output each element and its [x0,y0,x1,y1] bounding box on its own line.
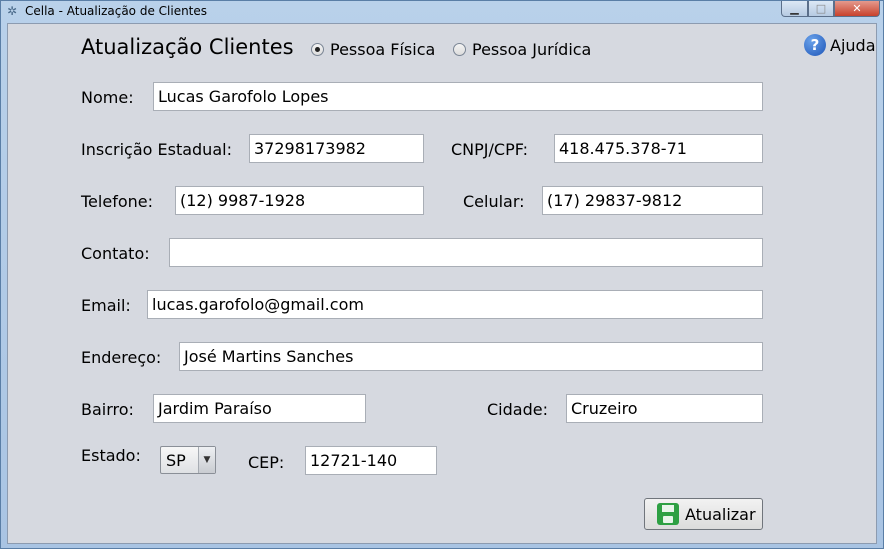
nome-field[interactable]: Lucas Garofolo Lopes [153,82,763,111]
celular-field[interactable]: (17) 29837-9812 [542,186,763,215]
nome-label: Nome: [81,88,134,107]
email-field[interactable]: lucas.garofolo@gmail.com [147,290,763,319]
help-link[interactable]: ? Ajuda [804,34,876,58]
estado-selected-value: SP [166,451,186,470]
form-panel: Atualização Clientes Pessoa Física Pesso… [7,23,877,544]
cidade-label: Cidade: [487,400,548,419]
bairro-field[interactable]: Jardim Paraíso [153,394,366,423]
contato-field[interactable] [169,238,763,267]
celular-label: Celular: [463,192,525,211]
help-question-icon[interactable]: ? [804,34,826,56]
app-icon: ✲ [6,4,18,18]
app-window: ✲ Cella - Atualização de Clientes ▁ □ ✕ … [0,0,884,549]
radio-pessoa-fisica[interactable]: Pessoa Física [311,40,436,61]
bairro-label: Bairro: [81,400,134,419]
title-bar[interactable]: ✲ Cella - Atualização de Clientes ▁ □ ✕ [1,1,883,21]
close-button[interactable]: ✕ [834,1,880,17]
radio-pessoa-juridica[interactable]: Pessoa Jurídica [453,40,598,61]
cep-field[interactable]: 12721-140 [305,446,437,475]
radio-pessoa-juridica-label: Pessoa Jurídica [472,40,592,59]
update-button-label: Atualizar [685,505,756,524]
update-button[interactable]: Atualizar [644,498,763,530]
help-label: Ajuda [830,36,876,55]
maximize-button[interactable]: □ [808,1,834,17]
inscricao-label: Inscrição Estadual: [81,140,232,159]
estado-label: Estado: [81,446,141,465]
cnpj-field[interactable]: 418.475.378-71 [554,134,763,163]
minimize-button[interactable]: ▁ [781,1,808,17]
estado-select[interactable]: SP ▼ [160,446,216,474]
endereco-field[interactable]: José Martins Sanches [179,342,763,371]
radio-button-checked[interactable] [311,43,324,56]
contato-label: Contato: [81,244,150,263]
cep-label: CEP: [248,453,285,472]
inscricao-field[interactable]: 37298173982 [249,134,424,163]
cidade-field[interactable]: Cruzeiro [566,394,763,423]
radio-pessoa-fisica-label: Pessoa Física [330,40,436,59]
save-disk-icon [657,503,679,525]
telefone-label: Telefone: [81,192,153,211]
radio-button-unchecked[interactable] [453,43,466,56]
endereco-label: Endereço: [81,348,162,367]
telefone-field[interactable]: (12) 9987-1928 [175,186,424,215]
dropdown-arrow-icon[interactable]: ▼ [198,447,215,473]
window-title: Cella - Atualização de Clientes [25,4,208,18]
cnpj-label: CNPJ/CPF: [451,140,529,159]
email-label: Email: [81,296,131,315]
page-title: Atualização Clientes [81,35,294,59]
